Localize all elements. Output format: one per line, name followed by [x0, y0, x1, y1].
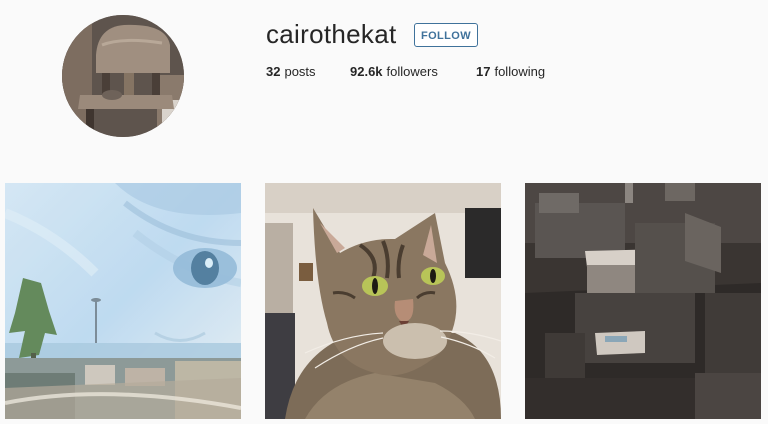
following-label: following — [494, 64, 546, 79]
stat-posts: 32 posts — [266, 64, 350, 80]
profile-username: cairothekat — [266, 19, 397, 49]
profile-page: cairothekat FOLLOW 32 posts 92.6k follow… — [0, 0, 768, 424]
posts-count: 32 — [266, 64, 281, 79]
followers-count: 92.6k — [350, 64, 383, 79]
posts-label: posts — [284, 64, 316, 79]
follow-button[interactable]: FOLLOW — [414, 23, 478, 47]
profile-stats: 32 posts 92.6k followers 17 following — [266, 64, 545, 80]
following-count: 17 — [476, 64, 491, 79]
followers-label: followers — [386, 64, 438, 79]
profile-avatar[interactable] — [62, 15, 184, 137]
post-thumbnail-3[interactable] — [525, 183, 761, 419]
post-thumbnail-1[interactable] — [5, 183, 241, 419]
stat-following[interactable]: 17 following — [476, 64, 545, 80]
post-thumbnail-2[interactable] — [265, 183, 501, 419]
stat-followers[interactable]: 92.6k followers — [350, 64, 476, 80]
